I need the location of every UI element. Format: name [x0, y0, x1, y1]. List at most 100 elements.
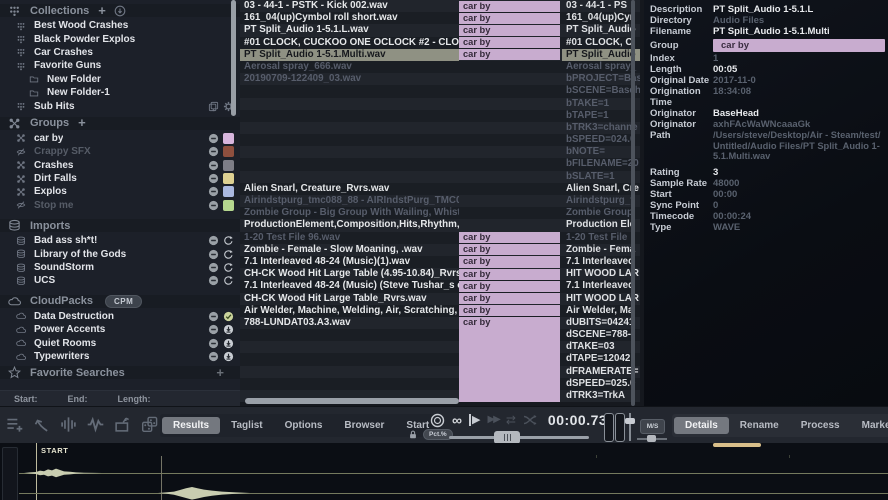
results-vertical-scrollbar[interactable] — [631, 0, 635, 406]
result-row[interactable]: dFRAMERATE= — [240, 365, 640, 378]
sidebar-scrollbar[interactable] — [231, 0, 236, 116]
minus-icon[interactable] — [208, 235, 219, 246]
results-horizontal-scrollbar[interactable] — [245, 398, 459, 404]
open-box-icon[interactable] — [114, 416, 131, 433]
record-icon[interactable] — [430, 413, 445, 428]
cpm-badge[interactable]: CPM — [104, 294, 143, 308]
sidebar-item[interactable]: Crappy SFX — [0, 145, 240, 158]
sidebar-item[interactable]: Typewriters — [0, 350, 240, 363]
result-row[interactable]: Airindstpurg_tmc088_88 - AIRIndstPurg_TM… — [240, 195, 640, 208]
refresh-icon[interactable] — [223, 235, 234, 246]
sidebar-item[interactable]: Explos — [0, 185, 240, 198]
sidebar-item[interactable]: Best Wood Crashes — [0, 19, 240, 32]
minus-icon[interactable] — [208, 200, 219, 211]
cursor-arrow-icon[interactable] — [33, 416, 50, 433]
result-row[interactable]: bTAKE=1 — [240, 97, 640, 110]
result-row[interactable]: dSPEED=025.0 — [240, 377, 640, 390]
section-header-groups[interactable]: Groups + — [0, 116, 240, 130]
result-row[interactable]: ProductionElement,Composition,Hits,Rhyth… — [240, 219, 640, 232]
result-row[interactable]: Alien Snarl, Creature_Rvrs.wav Alien Snar… — [240, 182, 640, 195]
result-row[interactable]: dSCENE=788- — [240, 329, 640, 342]
sidebar-item[interactable]: Sub Hits — [0, 99, 240, 112]
group-color-swatch[interactable] — [223, 186, 234, 198]
waveform-display[interactable]: START — [0, 443, 888, 500]
swap-icon[interactable]: ⇄ — [506, 414, 516, 426]
add-groups-button[interactable]: + — [78, 116, 86, 129]
tab-details[interactable]: Details — [674, 417, 729, 434]
sidebar-item[interactable]: Favorite Guns — [0, 59, 240, 72]
group-color-swatch[interactable] — [223, 132, 234, 144]
minus-icon[interactable] — [208, 351, 219, 362]
download-circle-icon[interactable] — [223, 338, 234, 349]
minus-icon[interactable] — [208, 133, 219, 144]
minus-icon[interactable] — [208, 249, 219, 260]
result-row[interactable]: PT Split_Audio 1-5.1.Multi.wav car by PT S… — [240, 48, 640, 61]
playlist-add-icon[interactable] — [6, 416, 23, 433]
refresh-icon[interactable] — [223, 275, 234, 286]
result-row[interactable]: CH-CK Wood Hit Large Table (4.95-10.84)_… — [240, 268, 640, 281]
result-row[interactable]: Aerosal spray_666.wav Aerosal spray_ — [240, 60, 640, 74]
result-row[interactable]: PT Split_Audio 1-5.1.L.wav car by PT Split… — [240, 24, 640, 37]
fast-forward-icon[interactable]: ▶▶ — [487, 414, 500, 426]
sidebar-item[interactable]: Black Powder Explos — [0, 32, 240, 45]
minus-icon[interactable] — [208, 275, 219, 286]
waveform-zoom-icon[interactable] — [60, 416, 77, 433]
group-color-swatch[interactable] — [223, 199, 234, 211]
minus-icon[interactable] — [208, 173, 219, 184]
section-header-imports[interactable]: Imports — [0, 219, 240, 233]
result-row[interactable]: 20190709-122409_03.wav bPROJECT=Bas — [240, 73, 640, 86]
sidebar-item[interactable]: Library of the Gods — [0, 247, 240, 260]
sidebar-item[interactable]: New Folder-1 — [0, 86, 240, 99]
sidebar-item[interactable]: Quiet Rooms — [0, 336, 240, 349]
mini-slider-thumb[interactable] — [647, 435, 656, 442]
result-row[interactable]: bTRK3=channe — [240, 121, 640, 135]
circle-badge-icon[interactable] — [114, 5, 126, 17]
minus-icon[interactable] — [208, 160, 219, 171]
result-row[interactable]: 7.1 Interleaved 48-24 (Music)(1).wav car … — [240, 255, 640, 269]
loop-icon[interactable]: ∞ — [452, 413, 462, 427]
group-tag[interactable]: car by — [713, 38, 885, 52]
result-row[interactable]: bNOTE= — [240, 146, 640, 159]
result-row[interactable]: bTAPE=1 — [240, 109, 640, 122]
mid-side-button[interactable]: M/S — [640, 419, 665, 434]
minus-icon[interactable] — [208, 324, 219, 335]
minus-icon[interactable] — [208, 311, 219, 322]
result-row[interactable]: Zombie - Female - Slow Moaning, .wav car … — [240, 243, 640, 256]
tab-taglist[interactable]: Taglist — [220, 417, 273, 434]
result-row[interactable]: bSCENE=Baseh — [240, 85, 640, 98]
group-color-swatch[interactable] — [223, 159, 234, 171]
play-icon[interactable]: ▶ — [468, 414, 480, 426]
tab-rename[interactable]: Rename — [729, 417, 790, 434]
copy-icon[interactable] — [208, 101, 219, 112]
volume-fader-knob[interactable] — [625, 418, 635, 424]
lock-icon[interactable] — [408, 429, 418, 440]
minus-icon[interactable] — [208, 186, 219, 197]
result-row[interactable]: #01 CLOCK, CUCKOO ONE OCLOCK #2 - CLOCK,… — [240, 36, 640, 49]
section-header-favorite-searches[interactable]: Favorite Searches + — [0, 366, 240, 380]
result-row[interactable]: 161_04(up)Cymbol roll short.wav car by 161… — [240, 12, 640, 25]
tab-marker[interactable]: Marker — [851, 417, 888, 434]
result-row[interactable]: 03 - 44-1 - PSTK - Kick 002.wav car by 03 … — [240, 0, 640, 13]
sidebar-item[interactable]: Crashes — [0, 159, 240, 172]
wave-icon[interactable] — [87, 416, 104, 433]
tab-process[interactable]: Process — [790, 417, 851, 434]
result-row[interactable]: Air Welder, Machine, Welding, Air, Scrat… — [240, 304, 640, 317]
section-header-cloudpacks[interactable]: CloudPacks CPM — [0, 294, 240, 308]
sidebar-item[interactable]: UCS — [0, 274, 240, 287]
result-row[interactable]: bSPEED=024.0 — [240, 134, 640, 147]
sidebar-item[interactable]: Power Accents — [0, 323, 240, 336]
sidebar-item[interactable]: Bad ass sh*t! — [0, 234, 240, 247]
group-color-swatch[interactable] — [223, 173, 234, 185]
add-collections-button[interactable]: + — [98, 4, 106, 17]
minus-icon[interactable] — [208, 262, 219, 273]
sidebar-item[interactable]: New Folder — [0, 73, 240, 86]
sidebar-item[interactable]: Stop me — [0, 199, 240, 212]
result-row[interactable]: bSLATE=1 — [240, 170, 640, 183]
result-row[interactable]: Zombie Group - Big Group With Wailing, W… — [240, 207, 640, 220]
add-favorite-searches-button[interactable]: + — [216, 366, 224, 379]
download-circle-icon[interactable] — [223, 351, 234, 362]
sidebar-item[interactable]: Data Destruction — [0, 310, 240, 323]
sidebar-item[interactable]: Dirt Falls — [0, 172, 240, 185]
tab-results[interactable]: Results — [162, 417, 221, 434]
dice-icon[interactable] — [141, 416, 158, 433]
